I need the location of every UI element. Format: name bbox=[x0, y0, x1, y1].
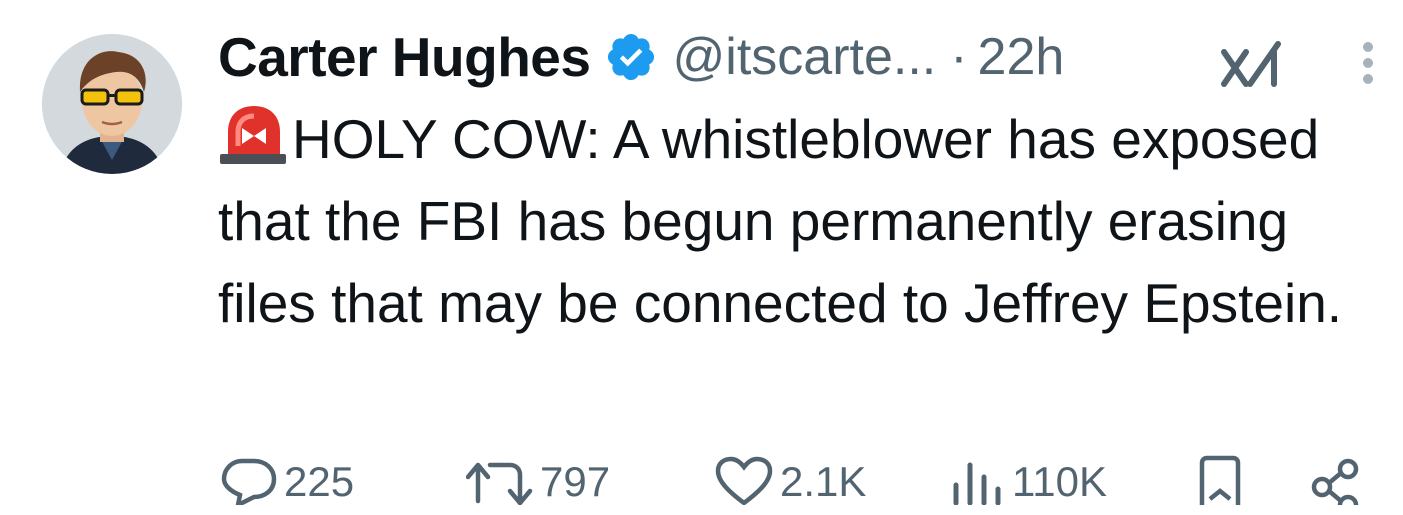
author-handle[interactable]: @itscarte... bbox=[672, 27, 936, 87]
bookmark-icon bbox=[1196, 455, 1244, 505]
avatar-illustration bbox=[42, 34, 182, 174]
avatar[interactable] bbox=[42, 34, 182, 174]
grok-icon[interactable] bbox=[1220, 38, 1284, 88]
reply-count: 225 bbox=[284, 458, 355, 505]
siren-emoji-icon bbox=[218, 102, 290, 166]
like-button[interactable]: 2.1K bbox=[714, 455, 866, 509]
verified-badge-icon[interactable] bbox=[604, 30, 658, 84]
author-display-name[interactable]: Carter Hughes bbox=[218, 25, 591, 89]
views-button[interactable]: 110K bbox=[950, 455, 1107, 509]
tweet-header: Carter Hughes @itscarte... · 22h bbox=[218, 22, 1064, 92]
repost-button[interactable]: 797 bbox=[466, 455, 610, 509]
like-count: 2.1K bbox=[780, 458, 867, 505]
bookmark-button[interactable] bbox=[1196, 455, 1244, 505]
share-icon bbox=[1308, 455, 1362, 505]
reply-button[interactable]: 225 bbox=[220, 455, 354, 509]
tweet-text: HOLY COW: A whistleblower has exposed th… bbox=[218, 98, 1368, 344]
tweet-text-content: HOLY COW: A whistleblower has exposed th… bbox=[218, 108, 1343, 334]
action-bar: 225 797 2.1K 110K bbox=[218, 455, 1378, 515]
like-icon bbox=[714, 455, 774, 505]
tweet-timestamp[interactable]: 22h bbox=[978, 27, 1065, 87]
share-button[interactable] bbox=[1308, 455, 1362, 505]
more-options-icon[interactable] bbox=[1352, 40, 1384, 86]
header-separator: · bbox=[950, 28, 968, 86]
repost-count: 797 bbox=[540, 458, 611, 505]
repost-icon bbox=[466, 455, 534, 505]
view-count: 110K bbox=[1012, 458, 1107, 505]
reply-icon bbox=[220, 455, 278, 505]
tweet[interactable]: Carter Hughes @itscarte... · 22h HOLY CO… bbox=[0, 0, 1403, 505]
views-icon bbox=[950, 455, 1006, 505]
